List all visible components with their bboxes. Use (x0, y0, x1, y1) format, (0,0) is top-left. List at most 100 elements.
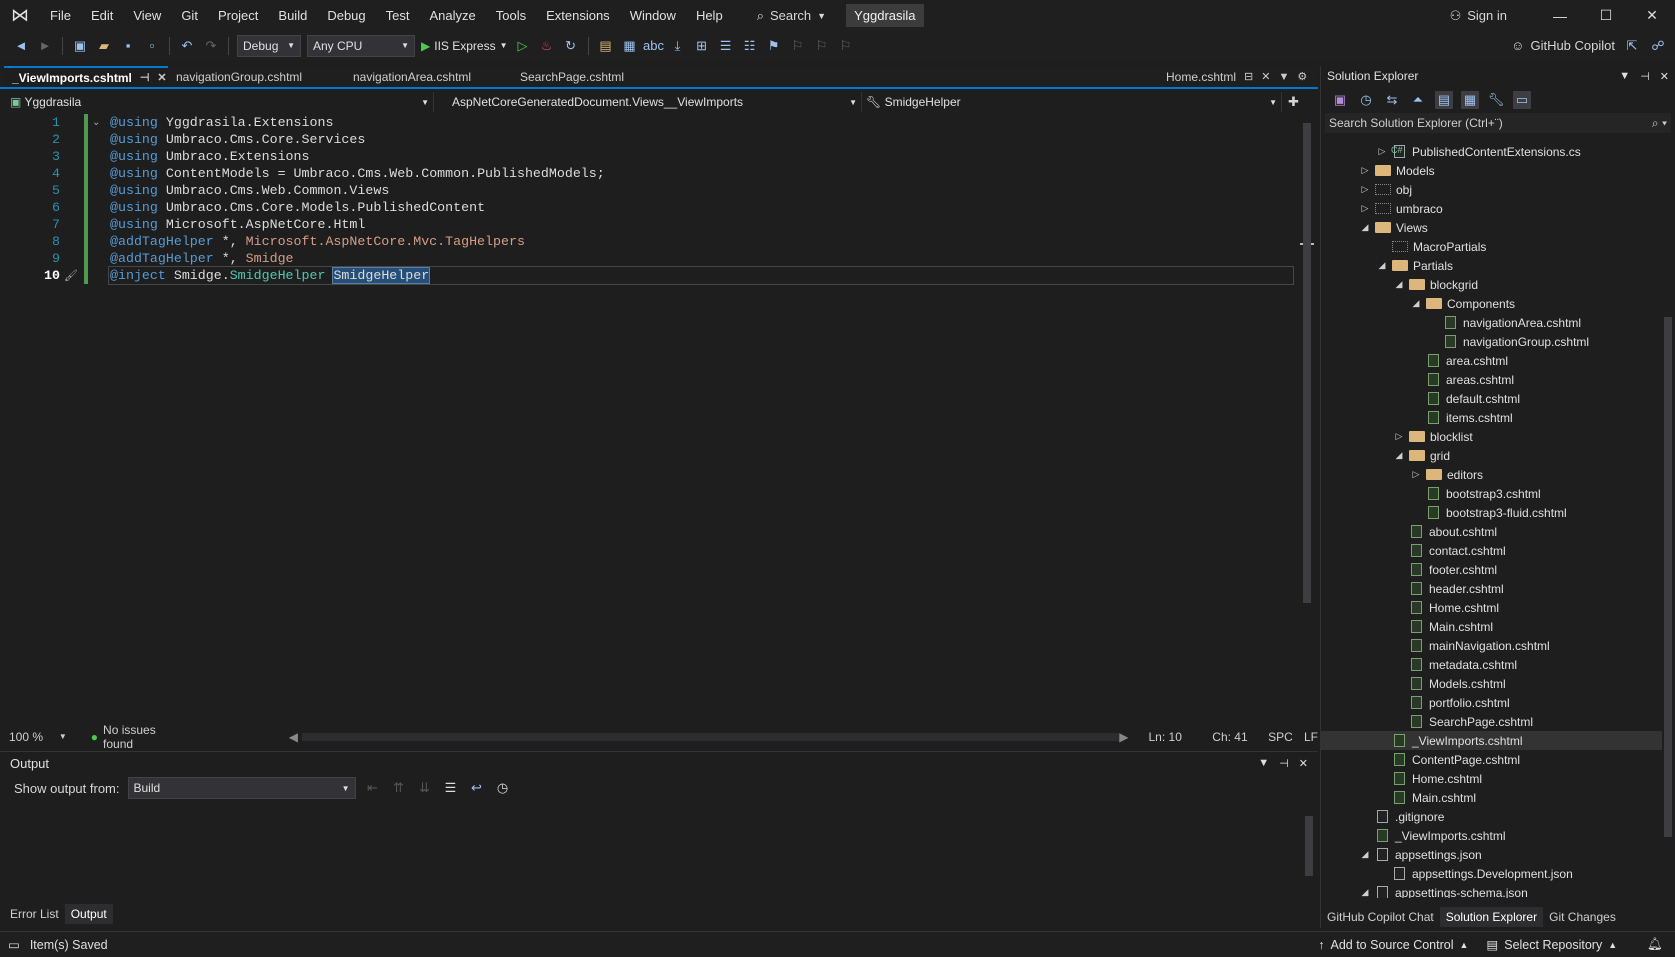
tree-node[interactable]: footer.cshtml (1321, 560, 1497, 579)
github-copilot-button[interactable]: ☺ GitHub Copilot (1511, 38, 1615, 53)
scroll-right-icon[interactable]: ▶ (1119, 730, 1128, 744)
menu-git[interactable]: Git (171, 0, 208, 31)
whitespace-indicator[interactable]: SPC (1268, 730, 1304, 744)
bookmark-icon[interactable]: ⚑ (765, 37, 783, 55)
tree-node[interactable]: ▷ obj (1321, 180, 1412, 199)
tree-node[interactable]: items.cshtml (1321, 408, 1513, 427)
tree-node[interactable]: ◢ blockgrid (1321, 275, 1479, 294)
scroll-left-icon[interactable]: ◀ (289, 730, 298, 744)
tree-node[interactable]: MacroPartials (1321, 237, 1486, 256)
menu-build[interactable]: Build (268, 0, 317, 31)
tree-node[interactable]: .gitignore (1321, 807, 1444, 826)
pin-icon[interactable]: ⊟ (1244, 70, 1253, 83)
tab-viewimports[interactable]: _ViewImports.cshtml ⊣ ✕ (4, 66, 168, 87)
expanded-chevron-icon[interactable]: ◢ (1375, 260, 1389, 271)
clear-all-icon[interactable]: ☰ (442, 779, 460, 797)
sync-icon[interactable]: ⇆ (1383, 91, 1401, 109)
expanded-chevron-icon[interactable]: ◢ (1409, 298, 1423, 309)
find-message-icon[interactable]: ⇤ (364, 779, 382, 797)
collapse-chevron-icon[interactable]: ⌄ (92, 117, 100, 129)
collapsed-chevron-icon[interactable]: ▷ (1358, 184, 1372, 195)
line-indicator[interactable]: Ln: 10 (1149, 730, 1213, 744)
panel-menu-icon[interactable]: ▼ (1619, 70, 1630, 83)
line-ending-indicator[interactable]: LF (1304, 730, 1318, 744)
type-dropdown[interactable]: AspNetCoreGeneratedDocument.Views__ViewI… (434, 92, 862, 112)
select-repository-button[interactable]: Select Repository (1504, 938, 1602, 952)
next-bookmark-icon[interactable]: ⚐ (813, 37, 831, 55)
code-editor[interactable]: 1 ⌄ @using Yggdrasila.Extensions 2 @usin… (0, 113, 1300, 683)
tree-node[interactable]: ▷ umbraco (1321, 199, 1443, 218)
hot-reload-icon[interactable]: ♨ (538, 37, 556, 55)
menu-view[interactable]: View (123, 0, 171, 31)
tree-node[interactable]: ◢ Partials (1321, 256, 1453, 275)
expanded-chevron-icon[interactable]: ◢ (1392, 279, 1406, 290)
tree-node[interactable]: area.cshtml (1321, 351, 1508, 370)
tree-node[interactable]: SearchPage.cshtml (1321, 712, 1533, 731)
collapsed-chevron-icon[interactable]: ▷ (1358, 203, 1372, 214)
sign-in-button[interactable]: ⚇ Sign in (1450, 8, 1507, 24)
add-to-source-control-button[interactable]: Add to Source Control (1331, 938, 1454, 952)
refresh-icon[interactable]: ↻ (562, 37, 580, 55)
expanded-chevron-icon[interactable]: ◢ (1358, 222, 1372, 233)
new-project-icon[interactable]: ▣ (71, 37, 89, 55)
close-window-button[interactable]: ✕ (1629, 7, 1675, 24)
notifications-bell-icon[interactable]: 🔔︎ (1647, 937, 1663, 952)
quick-actions-brush-icon[interactable]: 🖌︎ (64, 269, 78, 283)
minimize-button[interactable]: — (1537, 8, 1583, 24)
panel-menu-icon[interactable]: ▼ (1258, 757, 1269, 770)
chevron-down-icon[interactable]: ▼ (59, 732, 67, 741)
tree-node[interactable]: ▷ Models (1321, 161, 1435, 180)
tree-node[interactable]: _ViewImports.cshtml (1321, 826, 1505, 845)
tree-node[interactable]: mainNavigation.cshtml (1321, 636, 1550, 655)
tree-node[interactable]: navigationGroup.cshtml (1321, 332, 1589, 351)
pin-icon[interactable]: ⊣ (1279, 757, 1289, 770)
menu-analyze[interactable]: Analyze (419, 0, 485, 31)
browse-folder-icon[interactable]: ▤ (597, 37, 615, 55)
timestamp-icon[interactable]: ◷ (494, 779, 512, 797)
tree-node[interactable]: ◢ appsettings-schema.json (1321, 883, 1528, 898)
tree-node[interactable]: ▷ PublishedContentExtensions.cs (1321, 142, 1581, 161)
expanded-chevron-icon[interactable]: ◢ (1392, 450, 1406, 461)
indent-icon[interactable]: ☰ (717, 37, 735, 55)
back-icon[interactable]: ◄ (12, 37, 30, 55)
close-icon[interactable]: ✕ (1299, 757, 1308, 770)
tree-node[interactable]: about.cshtml (1321, 522, 1497, 541)
tree-node[interactable]: Models.cshtml (1321, 674, 1506, 693)
tab-output[interactable]: Output (64, 904, 113, 924)
menu-tools[interactable]: Tools (486, 0, 536, 31)
horizontal-scrollbar[interactable] (302, 732, 1120, 741)
tree-node[interactable]: portfolio.cshtml (1321, 693, 1510, 712)
tree-node[interactable]: areas.cshtml (1321, 370, 1514, 389)
platform-dropdown[interactable]: Any CPU ▼ (307, 34, 415, 57)
menu-test[interactable]: Test (376, 0, 420, 31)
close-icon[interactable]: ✕ (1261, 70, 1270, 83)
tab-github-copilot-chat[interactable]: GitHub Copilot Chat (1321, 907, 1440, 927)
tree-vertical-scrollbar[interactable] (1661, 142, 1675, 852)
split-editor-icon[interactable]: ✚ (1288, 94, 1299, 110)
expanded-chevron-icon[interactable]: ◢ (1358, 849, 1372, 860)
solution-name-badge[interactable]: Yggdrasila (846, 4, 924, 27)
pin-icon[interactable]: ⊣ (1640, 70, 1650, 83)
next-message-icon[interactable]: ⇊ (416, 779, 434, 797)
tab-error-list[interactable]: Error List (4, 904, 65, 924)
menu-help[interactable]: Help (686, 0, 733, 31)
tree-node[interactable]: ◢ grid (1321, 446, 1450, 465)
solution-explorer-search-input[interactable]: Search Solution Explorer (Ctrl+¨) ⌕ ▾ (1325, 113, 1671, 133)
properties-wrench-icon[interactable]: 🔧︎ (1487, 91, 1505, 109)
tree-node[interactable]: ▷ blocklist (1321, 427, 1473, 446)
tab-solution-explorer[interactable]: Solution Explorer (1439, 907, 1544, 927)
share-icon[interactable]: ⇱ (1623, 37, 1641, 55)
settings-gear-icon[interactable]: ⚙ (1297, 70, 1307, 83)
step-icon[interactable]: ⤓ (669, 37, 687, 55)
tab-list-dropdown-icon[interactable]: ▼ (1278, 71, 1289, 83)
output-vertical-scrollbar[interactable] (1302, 808, 1316, 894)
tree-node[interactable]: _ViewImports.cshtml (1321, 731, 1662, 750)
tree-node[interactable]: contact.cshtml (1321, 541, 1506, 560)
search-button[interactable]: ⌕ Search ▼ (747, 8, 836, 24)
tree-node[interactable]: navigationArea.cshtml (1321, 313, 1581, 332)
tree-node[interactable]: bootstrap3.cshtml (1321, 484, 1541, 503)
pending-changes-icon[interactable]: ◷ (1357, 91, 1375, 109)
word-wrap-icon[interactable]: ↩ (468, 779, 486, 797)
switch-views-icon[interactable]: ▣ (1331, 91, 1349, 109)
editor-vertical-scrollbar[interactable] (1300, 113, 1314, 683)
